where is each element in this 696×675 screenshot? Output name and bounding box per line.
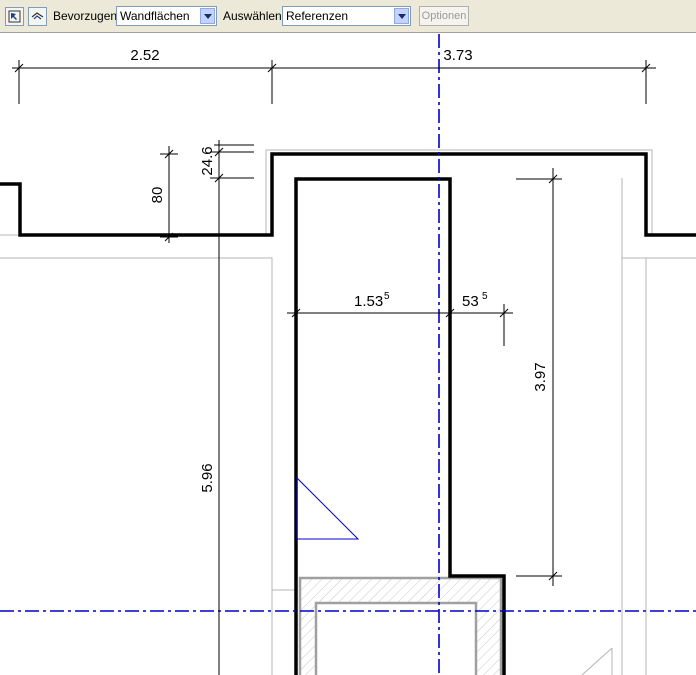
snap-icon: [31, 12, 44, 20]
dim-text-24-6[interactable]: 24.6: [199, 146, 216, 175]
hatched-stair-element[interactable]: [298, 576, 503, 675]
select-value: Referenzen: [286, 9, 349, 23]
drawing-canvas[interactable]: 2.52 3.73 80 24.6 5.96 3.97 1.53 5 53 5: [0, 34, 696, 675]
chevron-down-icon[interactable]: [394, 8, 409, 24]
select-arrow-icon: [8, 10, 21, 23]
prefer-dropdown[interactable]: Wandflächen: [116, 6, 217, 26]
snap-mode-button[interactable]: [28, 7, 47, 26]
dim-text-top-right[interactable]: 3.73: [443, 47, 472, 64]
toolbar: Bevorzugen: Wandflächen Auswählen: Refer…: [0, 0, 696, 33]
dim-text-80[interactable]: 80: [149, 187, 166, 204]
options-button[interactable]: Optionen: [419, 6, 469, 26]
dim-text-3-97[interactable]: 3.97: [532, 362, 549, 391]
select-dropdown[interactable]: Referenzen: [282, 6, 411, 26]
select-arrow-button[interactable]: [5, 7, 24, 26]
prefer-value: Wandflächen: [120, 9, 190, 23]
dim-text-5-96[interactable]: 5.96: [199, 463, 216, 492]
prefer-label: Bevorzugen:: [53, 9, 121, 23]
dim-text-top-left[interactable]: 2.52: [130, 47, 159, 64]
dim-text-1-53[interactable]: 1.53: [354, 293, 383, 310]
chevron-down-icon[interactable]: [200, 8, 215, 24]
dim-text-53-superscript: 5: [482, 291, 488, 302]
dim-text-53[interactable]: 53: [462, 293, 479, 310]
door-symbol[interactable]: [296, 476, 360, 540]
select-label: Auswählen:: [223, 9, 286, 23]
dim-text-1-53-superscript: 5: [384, 291, 390, 302]
